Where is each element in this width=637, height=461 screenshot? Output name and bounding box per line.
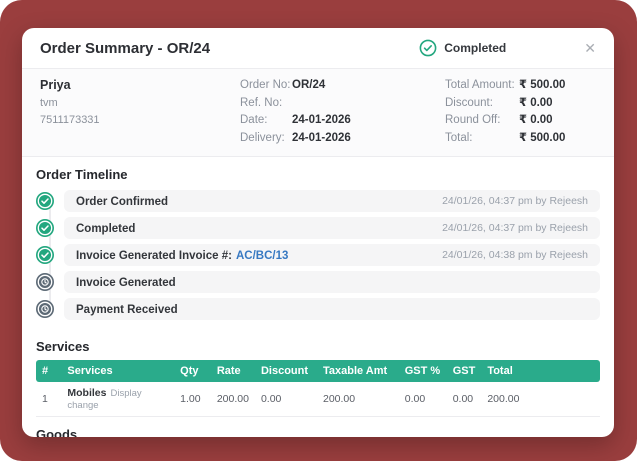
table-column-header: # <box>36 360 62 383</box>
timeline-item: Order Confirmed 24/01/26, 04:37 pm by Rej… <box>36 190 600 213</box>
timeline-pill: Completed 24/01/26, 04:37 pm by Rejeesh <box>64 217 600 240</box>
table-cell: 1.00 <box>174 382 211 418</box>
total-label: Total: <box>445 131 473 144</box>
discount-label: Discount: <box>445 96 493 109</box>
delivery-value: 24-01-2026 <box>292 131 351 144</box>
table-cell: 200.00 <box>481 382 600 418</box>
total-amount-label: Total Amount: <box>445 79 515 91</box>
timeline-item-label: Completed <box>76 223 136 236</box>
table-column-header: Services <box>61 360 175 383</box>
timeline-item: Payment Received <box>36 298 600 321</box>
timeline-item-timestamp: 24/01/26, 04:38 pm by Rejeesh <box>442 249 588 262</box>
discount-value: ₹ 0.00 <box>519 96 553 109</box>
customer-phone: 7511173331 <box>40 114 100 127</box>
timeline-item: Completed 24/01/26, 04:37 pm by Rejeesh <box>36 217 600 240</box>
timeline-item: Invoice Generated Invoice #: AC/BC/13 24/0… <box>36 244 600 267</box>
status-badge: Completed <box>419 39 506 57</box>
timeline-item-label: Invoice Generated Invoice #: <box>76 250 232 263</box>
round-off-value: ₹ 0.00 <box>519 114 553 127</box>
table-column-header: GST <box>446 360 482 383</box>
item-name: Mobiles <box>67 387 107 400</box>
completed-check-icon <box>419 39 437 57</box>
order-no-value: OR/24 <box>292 79 326 91</box>
timeline-item-label: Payment Received <box>76 304 178 317</box>
table-cell: 0.00 <box>254 382 317 418</box>
close-icon[interactable]: ✕ <box>584 41 596 55</box>
customer-location: tvm <box>40 97 58 109</box>
timeline-pill: Order Confirmed 24/01/26, 04:37 pm by Rej… <box>64 190 600 213</box>
table-cell: 0.00 <box>446 382 482 418</box>
order-info-section: Priya tvm 7511173331 Order No: OR/24 Ref.… <box>22 69 614 158</box>
table-cell: Mobiles Display change <box>61 382 175 418</box>
total-value: ₹ 500.00 <box>519 131 566 144</box>
timeline-check-icon <box>36 246 54 265</box>
app-background: Order Summary - OR/24 Completed ✕ Priya … <box>0 0 637 461</box>
timeline-item-timestamp: 24/01/26, 04:37 pm by Rejeesh <box>442 222 588 235</box>
timeline-check-icon <box>36 219 54 238</box>
timeline-heading: Order Timeline <box>36 167 128 183</box>
timeline-pill: Invoice Generated Invoice #: AC/BC/13 24/0… <box>64 244 600 267</box>
table-column-header: Taxable Amt <box>316 360 399 383</box>
timeline-pill: Payment Received <box>64 298 600 321</box>
timeline-item-label: Invoice Generated <box>76 277 176 290</box>
modal-header: Order Summary - OR/24 Completed ✕ <box>22 28 614 69</box>
delivery-label: Delivery: <box>240 131 285 144</box>
ref-no-label: Ref. No: <box>240 96 283 109</box>
table-column-header: Qty <box>174 360 211 383</box>
total-amount-value: ₹ 500.00 <box>519 79 566 91</box>
timeline-item-timestamp: 24/01/26, 04:37 pm by Rejeesh <box>442 195 588 208</box>
totals-block: Total Amount: ₹ 500.00 Discount: ₹ 0.00 Ro… <box>445 78 596 146</box>
timeline-pill: Invoice Generated <box>64 271 600 294</box>
timeline-check-icon <box>36 192 54 211</box>
table-cell: 200.00 <box>210 382 255 418</box>
services-heading: Services <box>36 339 90 355</box>
table-column-header: GST % <box>398 360 447 383</box>
customer-block: Priya tvm 7511173331 <box>40 78 240 146</box>
table-cell: 200.00 <box>316 382 399 418</box>
timeline-clock-icon <box>36 273 54 292</box>
order-details-block: Order No: OR/24 Ref. No: Date: 24-01-2026 … <box>240 78 445 146</box>
round-off-label: Round Off: <box>445 114 501 127</box>
table-cell: 1 <box>36 382 62 418</box>
invoice-number-link[interactable]: AC/BC/13 <box>236 250 288 262</box>
table-cell: 0.00 <box>398 382 447 418</box>
date-value: 24-01-2026 <box>292 114 351 127</box>
services-table-header-row: # Services Qty Rate Discount Taxable Amt GST %… <box>36 360 600 383</box>
modal-title: Order Summary - OR/24 <box>40 39 211 57</box>
status-badge-label: Completed <box>444 41 507 55</box>
order-summary-modal: Order Summary - OR/24 Completed ✕ Priya … <box>22 28 614 437</box>
table-row: 1 Mobiles Display change 1.00 200.00 0.00 200.… <box>36 382 600 418</box>
table-column-header: Discount <box>254 360 317 383</box>
services-table: # Services Qty Rate Discount Taxable Amt GST %… <box>36 360 600 418</box>
timeline-list: Order Confirmed 24/01/26, 04:37 pm by Rej… <box>22 188 614 329</box>
timeline-clock-icon <box>36 300 54 319</box>
goods-heading: Goods <box>36 427 78 437</box>
date-label: Date: <box>240 114 268 127</box>
order-no-label: Order No: <box>240 79 291 91</box>
timeline-item-label: Order Confirmed <box>76 196 169 209</box>
table-column-header: Total <box>481 360 600 383</box>
table-column-header: Rate <box>210 360 255 383</box>
timeline-item: Invoice Generated <box>36 271 600 294</box>
customer-name: Priya <box>40 78 71 92</box>
